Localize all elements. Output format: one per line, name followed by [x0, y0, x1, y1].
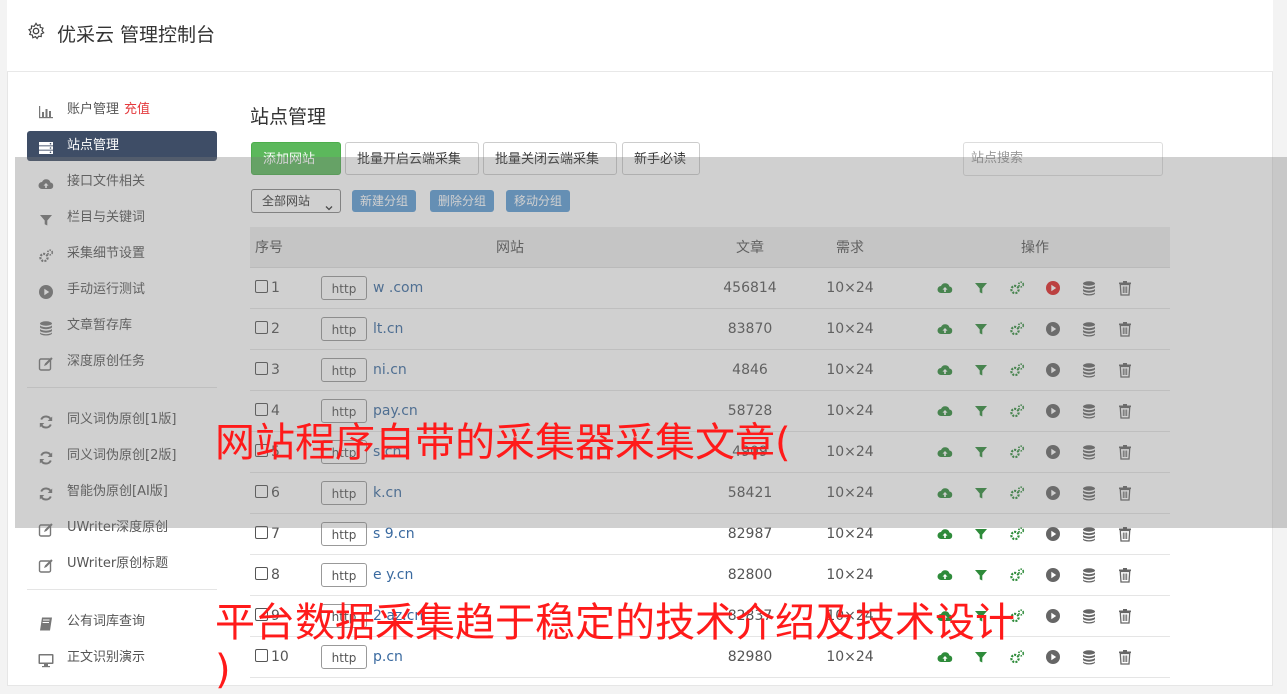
need-value[interactable]: 10×24 [800, 554, 900, 596]
site-link[interactable]: s 9.cn [373, 526, 415, 542]
bar-chart-icon [38, 102, 54, 119]
row-number: 10 [271, 649, 289, 665]
sidebar-item-label: UWriter原创标题 [67, 556, 169, 571]
server-icon [38, 138, 54, 154]
sidebar-item-account[interactable]: 账户管理 充值 [27, 95, 217, 125]
recharge-link[interactable]: 充值 [124, 102, 150, 117]
sidebar-item-text-recognition[interactable]: 正文识别演示 [27, 643, 217, 673]
trash-icon[interactable] [1117, 567, 1133, 583]
cogs-icon[interactable] [1009, 567, 1025, 583]
play-circle-icon[interactable] [1045, 567, 1061, 583]
site-cell: http e y.cn [320, 554, 700, 596]
sidebar-item-label: 正文识别演示 [67, 650, 146, 665]
row-checkbox[interactable] [255, 567, 268, 580]
database-icon[interactable] [1081, 608, 1097, 624]
row-number: 7 [271, 526, 280, 542]
row-checkbox[interactable] [255, 649, 268, 662]
sidebar-item-label: 站点管理 [67, 138, 120, 153]
sidebar-divider [27, 589, 217, 590]
watermark-line-2: 平台数据采集趋于稳定的技术介绍及技术设计 [215, 600, 1015, 646]
ops-cell [900, 554, 1170, 596]
filter-icon[interactable] [973, 567, 989, 583]
monitor-icon [38, 650, 54, 668]
main-content: 站点管理 添加网站 + 批量开启云端采集 批量关闭云端采集 新手必读 站点搜索 … [250, 95, 1170, 678]
page-title: 站点管理 [250, 106, 327, 128]
cloud-upload-icon[interactable] [937, 567, 953, 583]
gear-icon[interactable] [27, 22, 45, 40]
sidebar-item-label: 账户管理 [67, 102, 120, 117]
site-link[interactable]: e y.cn [373, 567, 413, 583]
book-icon [38, 614, 54, 631]
sidebar-item-uwriter-title[interactable]: UWriter原创标题 [27, 549, 217, 579]
filter-icon[interactable] [973, 526, 989, 542]
trash-icon[interactable] [1117, 608, 1133, 624]
edit-icon [38, 556, 54, 573]
site-link[interactable]: p.cn [373, 649, 403, 665]
database-icon[interactable] [1081, 567, 1097, 583]
protocol-badge: http [321, 563, 367, 587]
table-row: 8 http e y.cn 82800 10×24 [250, 554, 1170, 596]
watermark-line-3: ) [215, 647, 231, 693]
play-circle-icon[interactable] [1045, 526, 1061, 542]
watermark-line-1: 网站程序自带的采集器采集文章( [215, 420, 791, 466]
sidebar-item-public-thesaurus[interactable]: 公有词库查询 [27, 607, 217, 637]
database-icon[interactable] [1081, 526, 1097, 542]
row-number-cell: 8 [250, 554, 320, 596]
app-title: 优采云 管理控制台 [57, 24, 216, 46]
protocol-badge: http [321, 645, 367, 669]
header-bar: 优采云 管理控制台 [7, 0, 1273, 72]
filter-icon[interactable] [973, 649, 989, 665]
database-icon[interactable] [1081, 649, 1097, 665]
play-circle-icon[interactable] [1045, 608, 1061, 624]
trash-icon[interactable] [1117, 649, 1133, 665]
cogs-icon[interactable] [1009, 526, 1025, 542]
gray-overlay [15, 157, 1287, 528]
article-count[interactable]: 82800 [700, 554, 800, 596]
row-number: 8 [271, 567, 280, 583]
sidebar-item-label: 公有词库查询 [67, 614, 146, 629]
trash-icon[interactable] [1117, 526, 1133, 542]
cloud-upload-icon[interactable] [937, 649, 953, 665]
cogs-icon[interactable] [1009, 649, 1025, 665]
play-circle-icon[interactable] [1045, 649, 1061, 665]
cloud-upload-icon[interactable] [937, 526, 953, 542]
